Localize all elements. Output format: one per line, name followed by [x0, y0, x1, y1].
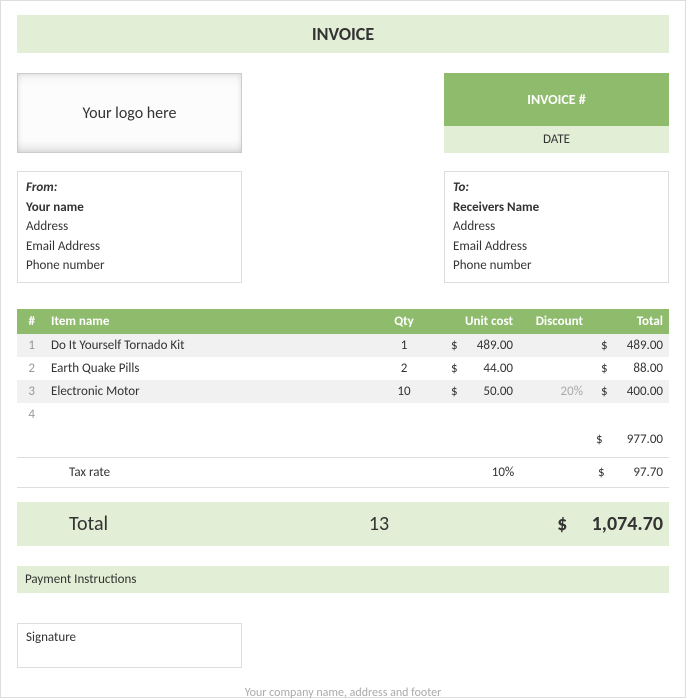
row-item: Electronic Motor [45, 380, 379, 403]
invoice-meta: INVOICE # DATE [444, 73, 669, 153]
row-total: $88.00 [589, 357, 669, 380]
col-total: Total [589, 309, 669, 334]
row-qty [379, 403, 429, 426]
row-qty: 1 [379, 334, 429, 357]
tax-currency: $ [598, 465, 610, 480]
to-name: Receivers Name [453, 198, 660, 218]
from-label: From: [26, 178, 233, 198]
row-cost: $489.00 [429, 334, 519, 357]
invoice-date-label: DATE [444, 126, 669, 153]
from-name: Your name [26, 198, 233, 218]
row-discount: 20% [519, 380, 589, 403]
to-email: Email Address [453, 237, 660, 257]
subtotal-value: 977.00 [608, 432, 663, 447]
table-row: 4 [17, 403, 669, 426]
row-num: 2 [17, 357, 45, 380]
row-qty: 10 [379, 380, 429, 403]
row-total: $489.00 [589, 334, 669, 357]
logo-placeholder: Your logo here [17, 73, 242, 153]
signature-box: Signature [17, 623, 242, 668]
total-amount: 1,074.70 [592, 512, 663, 536]
row-total [589, 403, 669, 426]
row-item: Earth Quake Pills [45, 357, 379, 380]
total-qty: 13 [349, 512, 409, 536]
row-num: 4 [17, 403, 45, 426]
from-address: Address [26, 217, 233, 237]
col-discount: Discount [519, 309, 589, 334]
footer-text: Your company name, address and footer [17, 686, 669, 700]
header-row: Your logo here INVOICE # DATE [17, 73, 669, 153]
tax-rate: 10% [423, 465, 583, 480]
row-qty: 2 [379, 357, 429, 380]
items-table: # Item name Qty Unit cost Discount Total… [17, 309, 669, 426]
to-box: To: Receivers Name Address Email Address… [444, 171, 669, 283]
to-label: To: [453, 178, 660, 198]
row-discount [519, 334, 589, 357]
invoice-page: INVOICE Your logo here INVOICE # DATE Fr… [0, 0, 686, 698]
table-row: 1Do It Yourself Tornado Kit1$489.00$489.… [17, 334, 669, 357]
row-num: 3 [17, 380, 45, 403]
table-header: # Item name Qty Unit cost Discount Total [17, 309, 669, 334]
to-phone: Phone number [453, 256, 660, 276]
page-title: INVOICE [17, 15, 669, 53]
col-item: Item name [45, 309, 379, 334]
signature-label: Signature [26, 630, 76, 645]
row-cost: $44.00 [429, 357, 519, 380]
table-row: 3Electronic Motor10$50.0020%$400.00 [17, 380, 669, 403]
from-email: Email Address [26, 237, 233, 257]
from-box: From: Your name Address Email Address Ph… [17, 171, 242, 283]
total-row: Total 13 $ 1,074.70 [17, 502, 669, 546]
total-label: Total [69, 512, 349, 536]
tax-amount: 97.70 [613, 465, 663, 480]
row-item: Do It Yourself Tornado Kit [45, 334, 379, 357]
address-row: From: Your name Address Email Address Ph… [17, 171, 669, 283]
tax-label: Tax rate [69, 465, 423, 480]
invoice-number-label: INVOICE # [444, 73, 669, 126]
row-num: 1 [17, 334, 45, 357]
total-currency: $ [557, 512, 587, 536]
row-discount [519, 403, 589, 426]
col-cost: Unit cost [429, 309, 519, 334]
from-phone: Phone number [26, 256, 233, 276]
to-address: Address [453, 217, 660, 237]
row-total: $400.00 [589, 380, 669, 403]
tax-row: Tax rate 10% $ 97.70 [17, 457, 669, 488]
col-qty: Qty [379, 309, 429, 334]
row-cost: $50.00 [429, 380, 519, 403]
payment-instructions: Payment Instructions [17, 566, 669, 593]
subtotal-currency: $ [596, 432, 608, 447]
col-num: # [17, 309, 45, 334]
row-discount [519, 357, 589, 380]
table-row: 2Earth Quake Pills2$44.00$88.00 [17, 357, 669, 380]
subtotal-row: $ 977.00 [17, 426, 669, 457]
row-cost [429, 403, 519, 426]
row-item [45, 403, 379, 426]
